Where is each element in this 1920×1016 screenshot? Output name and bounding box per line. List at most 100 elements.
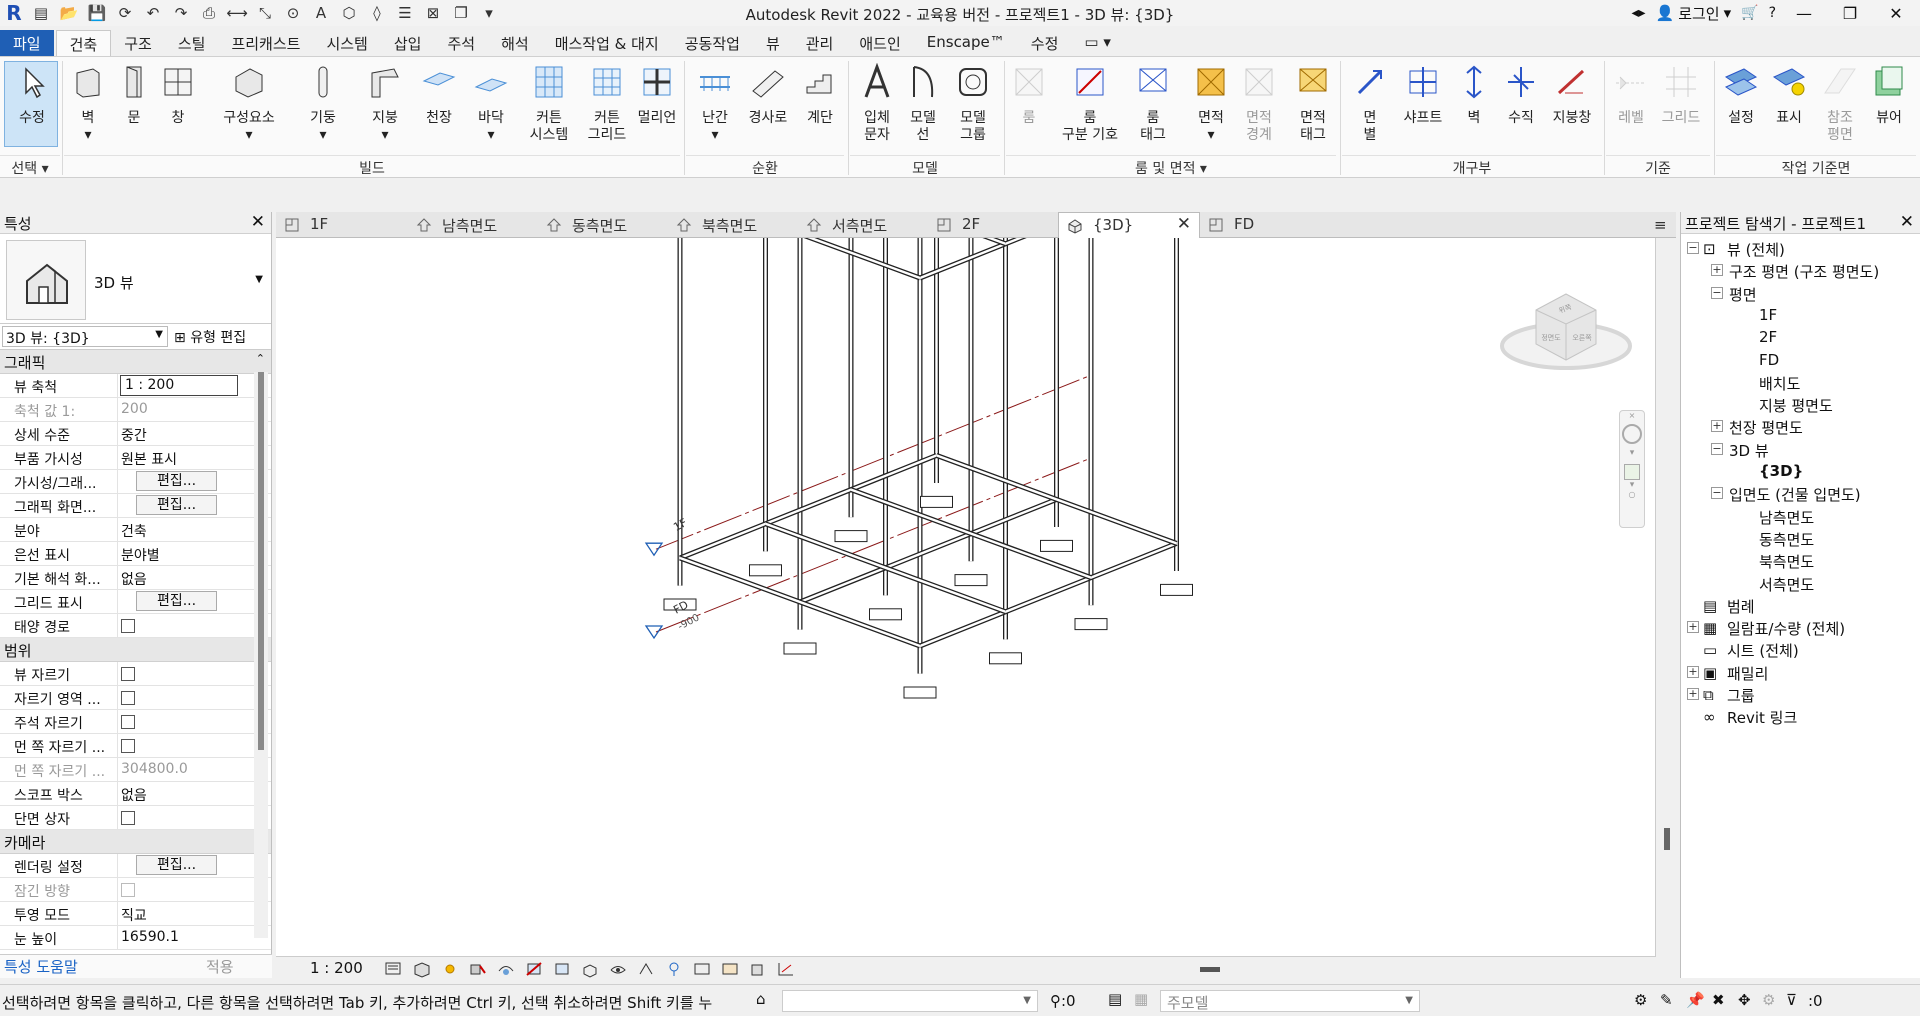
canvas-scrollbar-thumb[interactable] — [1664, 828, 1670, 850]
room-tool-6[interactable]: 면적 태그 — [1290, 63, 1336, 144]
ribbon-tab[interactable]: 애드인 — [846, 30, 913, 56]
background-processes-icon[interactable]: ⚙ — [1762, 991, 1782, 1011]
circulation-tool-1[interactable]: 난간 ▾ — [692, 63, 738, 144]
measure-icon[interactable]: ⟷ — [226, 3, 248, 23]
reveal-constraints-icon[interactable] — [776, 960, 796, 978]
opening-tool-2[interactable]: 샤프트 — [1396, 63, 1450, 127]
footing[interactable] — [1040, 539, 1073, 552]
design-options-icon[interactable]: ▤ — [1108, 990, 1122, 1008]
detail-level-icon[interactable] — [384, 960, 404, 978]
help-icon[interactable]: ? — [1769, 5, 1776, 21]
redo-icon[interactable]: ↷ — [170, 3, 192, 23]
browser-node[interactable]: 배치도 — [1681, 372, 1920, 394]
zoom-icon[interactable] — [1624, 464, 1640, 480]
browser-node[interactable]: + ▣ 패밀리 — [1681, 662, 1920, 684]
room-tool-3[interactable]: 룸 태그 — [1130, 63, 1176, 144]
expand-icon[interactable]: + — [1687, 621, 1699, 634]
browser-node[interactable]: + 천장 평면도 — [1681, 416, 1920, 438]
view-tab[interactable]: 동측면도 — [538, 212, 668, 238]
browser-node[interactable]: 서측면도 — [1681, 573, 1920, 595]
circulation-tool-3[interactable]: 계단 — [798, 63, 842, 127]
property-checkbox[interactable] — [121, 739, 135, 753]
room-tool-5[interactable]: 면적 경계 — [1236, 63, 1282, 144]
browser-node[interactable]: 지붕 평면도 — [1681, 394, 1920, 416]
property-value[interactable]: 16590.1 — [118, 926, 236, 949]
workplane-tool-4[interactable]: 뷰어 — [1864, 63, 1914, 127]
highlight-displacement-icon[interactable] — [748, 960, 768, 978]
footing[interactable] — [920, 495, 953, 508]
browser-node[interactable]: + ▦ 일람표/수량 (전체) — [1681, 617, 1920, 639]
ribbon-tab[interactable]: Enscape™ — [914, 30, 1018, 56]
opening-tool-5[interactable]: 지붕창 — [1546, 63, 1598, 127]
temporary-view-properties-icon[interactable] — [692, 960, 712, 978]
level-name[interactable]: 1F — [671, 516, 689, 534]
switch-windows-icon[interactable]: ❐ — [450, 3, 472, 23]
view-scale[interactable]: 1 : 200 — [310, 959, 363, 977]
close-icon[interactable]: ✕ — [251, 212, 265, 232]
property-value[interactable]: 원본 표시 — [118, 446, 236, 469]
view-scale-input[interactable]: 1 : 200 — [120, 375, 238, 396]
model-tool-2[interactable]: 모델 선 — [902, 63, 944, 144]
workplane-tool-3[interactable]: 참조 평면 — [1816, 63, 1864, 144]
sign-in-button[interactable]: 👤 로그인 ▾ — [1656, 3, 1732, 24]
chevron-down-icon[interactable]: ▼ — [255, 274, 263, 285]
property-checkbox[interactable] — [121, 691, 135, 705]
ribbon-tab[interactable]: 수정 — [1018, 30, 1072, 56]
design-option-select[interactable]: 주모델 ▼ — [1160, 990, 1420, 1012]
section-icon[interactable]: ◊ — [366, 3, 388, 23]
show-crop-region-icon[interactable] — [552, 960, 572, 978]
chevron-down-icon[interactable]: ▾ — [1620, 448, 1644, 458]
infocenter-icon[interactable]: ◂▸ — [1631, 5, 1645, 21]
browser-node[interactable]: ▤ 범례 — [1681, 595, 1920, 617]
exclude-options-icon[interactable]: ▦ — [1134, 990, 1148, 1008]
build-tool-6[interactable]: 지붕 ▾ — [362, 63, 408, 144]
property-value[interactable]: 직교 — [118, 902, 236, 925]
3d-view-icon[interactable]: ⬡ — [338, 3, 360, 23]
worksharing-icon[interactable] — [664, 960, 684, 978]
browser-node[interactable]: ▭ 시트 (전체) — [1681, 639, 1920, 661]
edit-type-button[interactable]: ⊞ 유형 편집 — [174, 327, 246, 347]
build-tool-1[interactable]: 벽 ▾ — [66, 63, 110, 144]
ribbon-tab[interactable]: 구조 — [111, 30, 165, 56]
collapse-icon[interactable]: − — [1711, 442, 1723, 455]
rendering-dialog-icon[interactable] — [496, 960, 516, 978]
property-category[interactable]: 카메라⌃ — [0, 830, 271, 854]
scrollbar-thumb[interactable] — [258, 372, 264, 750]
model-tool-3[interactable]: 모델 그룹 — [948, 63, 998, 144]
build-tool-11[interactable]: 멀리언 — [634, 63, 680, 127]
view-tab[interactable]: 2F — [928, 212, 1058, 238]
select-by-face-icon[interactable]: ✖ — [1712, 991, 1732, 1011]
reveal-hidden-icon[interactable] — [636, 960, 656, 978]
browser-node[interactable]: 1F — [1681, 305, 1920, 327]
property-value[interactable]: 건축 — [118, 518, 236, 541]
select-links-icon[interactable]: ⚙ — [1634, 991, 1654, 1011]
apply-button[interactable]: 적용 — [206, 956, 234, 977]
footing[interactable] — [834, 530, 868, 543]
property-checkbox[interactable] — [121, 715, 135, 729]
footing[interactable] — [954, 574, 988, 587]
text-icon[interactable]: A — [310, 3, 332, 23]
revit-logo-icon[interactable]: R — [4, 1, 24, 25]
view-tab[interactable]: 1F — [276, 212, 406, 238]
build-tool-9[interactable]: 커튼 시스템 — [522, 63, 576, 144]
minimize-ribbon-icon[interactable]: ▭ ▾ — [1071, 30, 1123, 56]
ribbon-tab[interactable]: 주석 — [434, 30, 488, 56]
property-checkbox[interactable] — [121, 811, 135, 825]
view-tab[interactable]: 서측면도 — [798, 212, 928, 238]
datum-tool-2[interactable]: 그리드 — [1656, 63, 1706, 127]
edit-button[interactable]: 편집... — [135, 855, 218, 875]
edit-button[interactable]: 편집... — [135, 591, 218, 611]
undo-icon[interactable]: ↶ — [142, 3, 164, 23]
level-head-icon[interactable] — [644, 625, 664, 640]
view-tab[interactable]: 북측면도 — [668, 212, 798, 238]
browser-node[interactable]: {3D} — [1681, 461, 1920, 483]
worksets-icon[interactable]: ⌂ — [756, 990, 766, 1008]
build-tool-5[interactable]: 기둥 ▾ — [300, 63, 346, 144]
viewcube-right-face[interactable]: 오른쪽 — [1572, 334, 1592, 342]
browser-node[interactable]: −3D 뷰 — [1681, 439, 1920, 461]
view-tab[interactable]: {3D} ✕ — [1058, 212, 1200, 238]
view-tab[interactable]: 남측면도 — [408, 212, 538, 238]
datum-tool-1[interactable]: 레벨 — [1608, 63, 1654, 127]
ribbon-tab[interactable]: 매스작업 & 대지 — [542, 30, 672, 56]
save-icon[interactable]: 💾 — [86, 3, 108, 23]
